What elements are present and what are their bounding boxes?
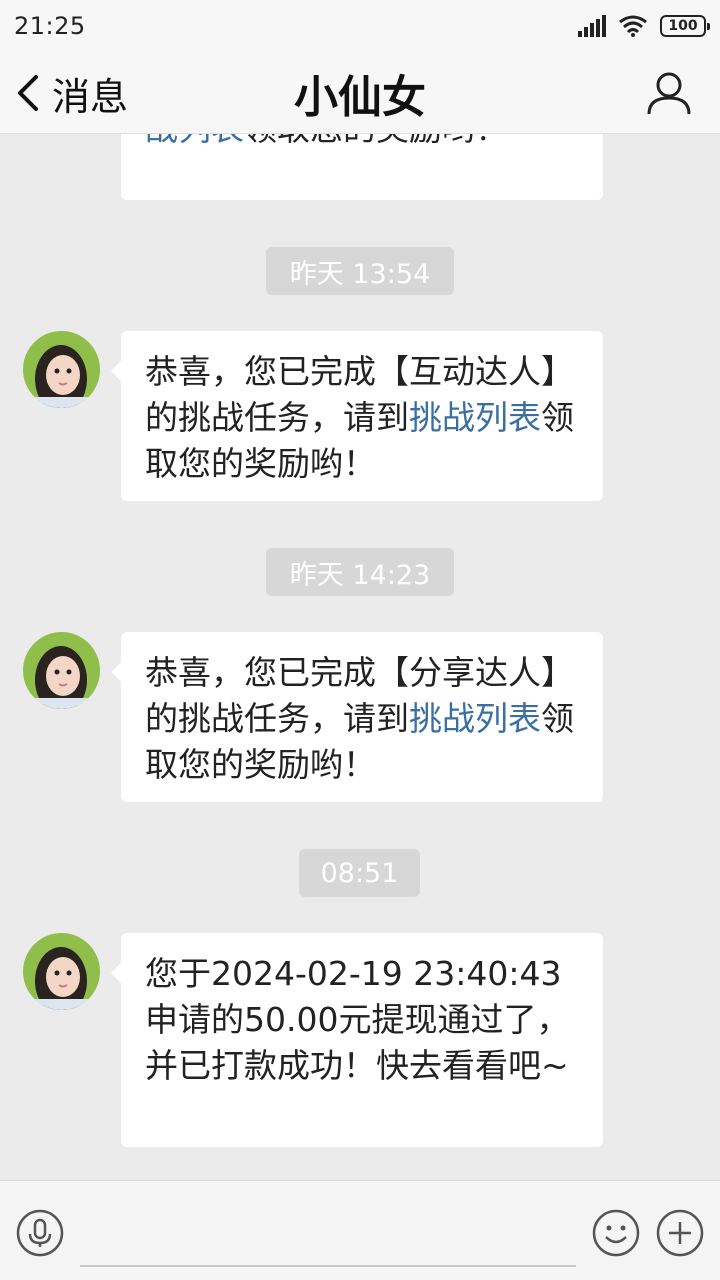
message-text: 您于2024-02-19 23:40:43申请的50.00元提现通过了，并已打款… bbox=[145, 954, 570, 1085]
challenge-list-link[interactable]: 挑战列表 bbox=[409, 398, 541, 437]
avatar-image bbox=[23, 933, 100, 1010]
avatar-image bbox=[23, 632, 100, 709]
message-bubble: 您于2024-02-19 23:40:43申请的50.00元提现通过了，并已打款… bbox=[111, 933, 603, 1147]
avatar-image bbox=[23, 331, 100, 408]
challenge-list-link[interactable]: 战列表 bbox=[145, 134, 244, 148]
challenge-list-link[interactable]: 挑战列表 bbox=[409, 699, 541, 738]
microphone-icon[interactable] bbox=[16, 1209, 64, 1257]
timestamp-pill: 昨天 14:23 bbox=[266, 548, 454, 596]
back-label: 消息 bbox=[52, 74, 129, 119]
input-bar bbox=[0, 1180, 720, 1280]
message-bubble: 战列表领取您的奖励哟！ bbox=[121, 134, 603, 200]
timestamp-pill: 08:51 bbox=[299, 849, 420, 897]
avatar[interactable] bbox=[23, 632, 100, 709]
back-button[interactable]: 消息 bbox=[14, 52, 128, 134]
status-bar: 21:25 100 bbox=[0, 0, 720, 52]
status-icons: 100 bbox=[578, 15, 710, 37]
avatar[interactable] bbox=[23, 331, 100, 408]
person-icon[interactable] bbox=[646, 70, 692, 116]
nav-bar: 消息 小仙女 bbox=[0, 52, 720, 134]
chevron-left-icon bbox=[18, 75, 38, 111]
plus-icon[interactable] bbox=[656, 1209, 704, 1257]
wifi-icon bbox=[619, 15, 647, 37]
timestamp-pill: 昨天 13:54 bbox=[266, 247, 454, 295]
message-bubble: 恭喜，您已完成【互动达人】的挑战任务，请到挑战列表领取您的奖励哟！ bbox=[111, 331, 603, 501]
battery-level: 100 bbox=[668, 18, 698, 34]
message-bubble: 恭喜，您已完成【分享达人】的挑战任务，请到挑战列表领取您的奖励哟！ bbox=[111, 632, 603, 802]
signal-icon bbox=[578, 15, 606, 37]
message-text: 领取您的奖励哟！ bbox=[244, 134, 508, 148]
emoji-icon[interactable] bbox=[592, 1209, 640, 1257]
battery-icon: 100 bbox=[660, 15, 710, 37]
chat-area[interactable]: 战列表领取您的奖励哟！ 昨天 13:54 恭喜，您已完成【互动达人】的挑战任务，… bbox=[0, 134, 720, 1180]
message-input[interactable] bbox=[80, 1203, 576, 1267]
status-time: 21:25 bbox=[14, 12, 86, 40]
avatar[interactable] bbox=[23, 933, 100, 1010]
